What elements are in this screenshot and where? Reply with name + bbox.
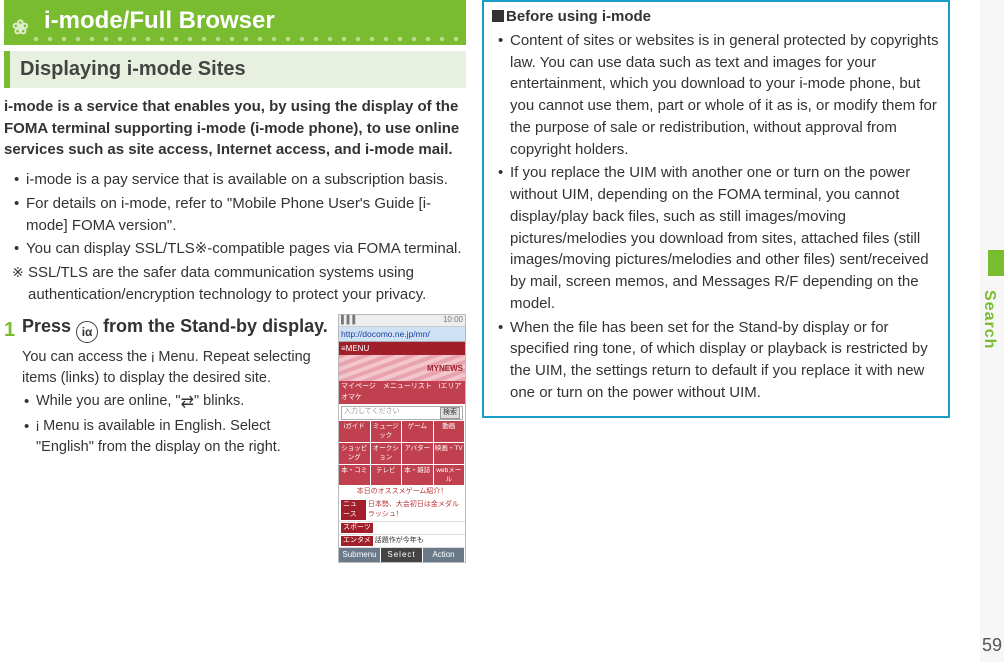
text: from the Stand-by display. bbox=[103, 316, 328, 336]
notice-bullets: Content of sites or websites is in gener… bbox=[492, 30, 940, 404]
step-description: You can access the i Menu. Repeat select… bbox=[22, 347, 330, 458]
text: Press bbox=[22, 316, 76, 336]
key-icon: iα bbox=[76, 321, 98, 343]
phone-menu-bar: ≡MENU bbox=[339, 342, 465, 356]
footnote: SSL/TLS are the safer data communication… bbox=[4, 262, 466, 306]
left-column: i-mode/Full Browser Displaying i-mode Si… bbox=[0, 0, 474, 662]
cell: ゲーム bbox=[402, 421, 434, 443]
intro-bullets: i-mode is a pay service that is availabl… bbox=[4, 169, 466, 260]
phone-tabs: マイページ メニューリスト iエリア オマケ bbox=[339, 381, 465, 404]
text: " blinks. bbox=[194, 393, 244, 409]
placeholder: 入力してください bbox=[344, 407, 400, 419]
section-header: Displaying i-mode Sites bbox=[4, 51, 466, 88]
bullet-item: You can display SSL/TLS※-compatible page… bbox=[14, 238, 466, 260]
chapter-banner: i-mode/Full Browser bbox=[4, 0, 466, 45]
intro-paragraph: i-mode is a service that enables you, by… bbox=[4, 96, 466, 161]
tag: ニュース bbox=[341, 500, 366, 520]
text: While you are online, " bbox=[36, 393, 181, 409]
right-column: Before using i-mode Content of sites or … bbox=[474, 0, 956, 662]
step-number: 1 bbox=[4, 314, 22, 563]
tag: エンタメ bbox=[341, 536, 373, 546]
phone-screenshot: ▌▌▌10:00 http://docomo.ne.jp/mn/ ≡MENU M… bbox=[338, 314, 466, 563]
bullet-item: If you replace the UIM with another one … bbox=[498, 162, 940, 314]
side-tab: Search 59 bbox=[980, 0, 1004, 662]
square-icon bbox=[492, 10, 504, 22]
bullet-item: i-mode is a pay service that is availabl… bbox=[14, 169, 466, 191]
search-btn: 検索 bbox=[440, 407, 460, 419]
side-tab-marker bbox=[988, 250, 1004, 276]
phone-news: ニュース日本勢、大会初日は金メダルラッシュ！ bbox=[339, 499, 465, 522]
side-tab-label: Search bbox=[978, 290, 1001, 349]
cell: アバター bbox=[402, 443, 434, 465]
cell: 映画・TV bbox=[434, 443, 466, 465]
cell: 動画 bbox=[434, 421, 466, 443]
softkey-left: Submenu bbox=[339, 548, 381, 562]
bullet-item: For details on i-mode, refer to "Mobile … bbox=[14, 193, 466, 237]
cell: iガイド bbox=[339, 421, 371, 443]
softkey-mid: Select bbox=[381, 548, 423, 562]
text: 話題作が今年も bbox=[375, 536, 424, 546]
text: Menu is available in English. Select "En… bbox=[36, 418, 281, 455]
phone-grid-row: iガイドミュージックゲーム動画 bbox=[339, 421, 465, 443]
cell: webメール bbox=[434, 465, 466, 487]
phone-news: エンタメ話題作が今年も bbox=[339, 535, 465, 548]
phone-grid-row: 本・コミテレビ本・雑誌webメール bbox=[339, 465, 465, 487]
cell: オークション bbox=[371, 443, 403, 465]
notice-heading: Before using i-mode bbox=[492, 6, 940, 28]
text: 日本勢、大会初日は金メダルラッシュ！ bbox=[368, 500, 463, 520]
text: You can access the bbox=[22, 349, 151, 365]
cell: 本・コミ bbox=[339, 465, 371, 487]
cell: テレビ bbox=[371, 465, 403, 487]
phone-statusbar: ▌▌▌10:00 bbox=[339, 315, 465, 327]
softkey-right: Action bbox=[423, 548, 465, 562]
step-title: Press iα from the Stand-by display. bbox=[22, 314, 330, 344]
phone-hero: MYNEWS bbox=[339, 355, 465, 381]
cell: ショッピング bbox=[339, 443, 371, 465]
step-1: 1 Press iα from the Stand-by display. Yo… bbox=[4, 314, 466, 563]
phone-softkeys: Submenu Select Action bbox=[339, 548, 465, 562]
cell: ミュージック bbox=[371, 421, 403, 443]
bullet-item: When the file has been set for the Stand… bbox=[498, 317, 940, 404]
phone-grid-row: ショッピングオークションアバター映画・TV bbox=[339, 443, 465, 465]
tag: スポーツ bbox=[341, 523, 373, 533]
transfer-icon: ⇄ bbox=[181, 391, 194, 414]
phone-search: 入力してください 検索 bbox=[341, 406, 463, 420]
sub-bullet: While you are online, "⇄" blinks. bbox=[24, 391, 330, 414]
notice-box: Before using i-mode Content of sites or … bbox=[482, 0, 950, 418]
phone-news: スポーツ bbox=[339, 522, 465, 535]
phone-promo: 本日のオススメゲーム紹介！ bbox=[339, 486, 465, 498]
bullet-item: Content of sites or websites is in gener… bbox=[498, 30, 940, 161]
phone-url: http://docomo.ne.jp/mn/ bbox=[339, 327, 465, 342]
page-number: 59 bbox=[982, 632, 1002, 658]
cell: 本・雑誌 bbox=[402, 465, 434, 487]
sub-bullet: i Menu is available in English. Select "… bbox=[24, 416, 330, 458]
heading-text: Before using i-mode bbox=[506, 8, 651, 25]
